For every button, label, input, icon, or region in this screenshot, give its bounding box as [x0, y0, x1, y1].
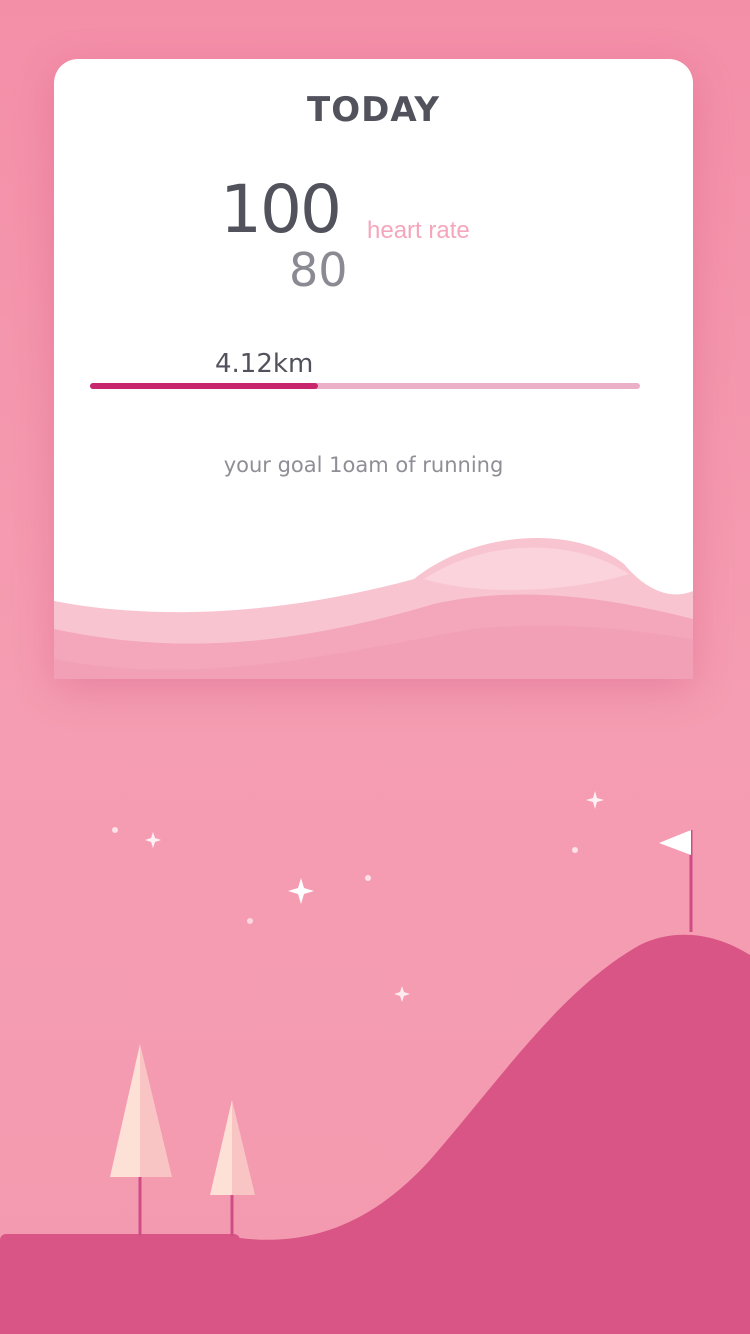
sparkle-icon: [288, 878, 314, 904]
card-title: TODAY: [307, 90, 440, 130]
heart-rate-max: 100: [220, 171, 342, 248]
flag-icon: [659, 830, 693, 932]
distance-progress-fill: [90, 383, 319, 389]
sparkle-group: [112, 791, 604, 1002]
sparkle-icon: [572, 847, 578, 853]
sparkle-icon: [247, 918, 253, 924]
ground: [0, 1234, 240, 1334]
sparkle-icon: [394, 986, 410, 1002]
app-screen: TODAY 100 80 heart rate 4.12km your goal…: [0, 0, 750, 1334]
sparkle-icon: [586, 791, 604, 809]
distance-progress-bar: [90, 383, 640, 389]
tree-icon: [110, 1044, 172, 1236]
distance-value: 4.12km: [215, 349, 314, 379]
sparkle-icon: [145, 832, 161, 848]
today-card: TODAY 100 80 heart rate 4.12km your goal…: [54, 59, 693, 679]
card-wave-decoration: [54, 537, 693, 679]
heart-rate-min: 80: [289, 243, 348, 297]
tree-icon: [210, 1100, 255, 1236]
goal-text: your goal 1oam of running: [223, 453, 504, 477]
heart-rate-label: heart rate: [367, 217, 470, 244]
sparkle-icon: [112, 827, 118, 833]
sparkle-icon: [365, 875, 371, 881]
